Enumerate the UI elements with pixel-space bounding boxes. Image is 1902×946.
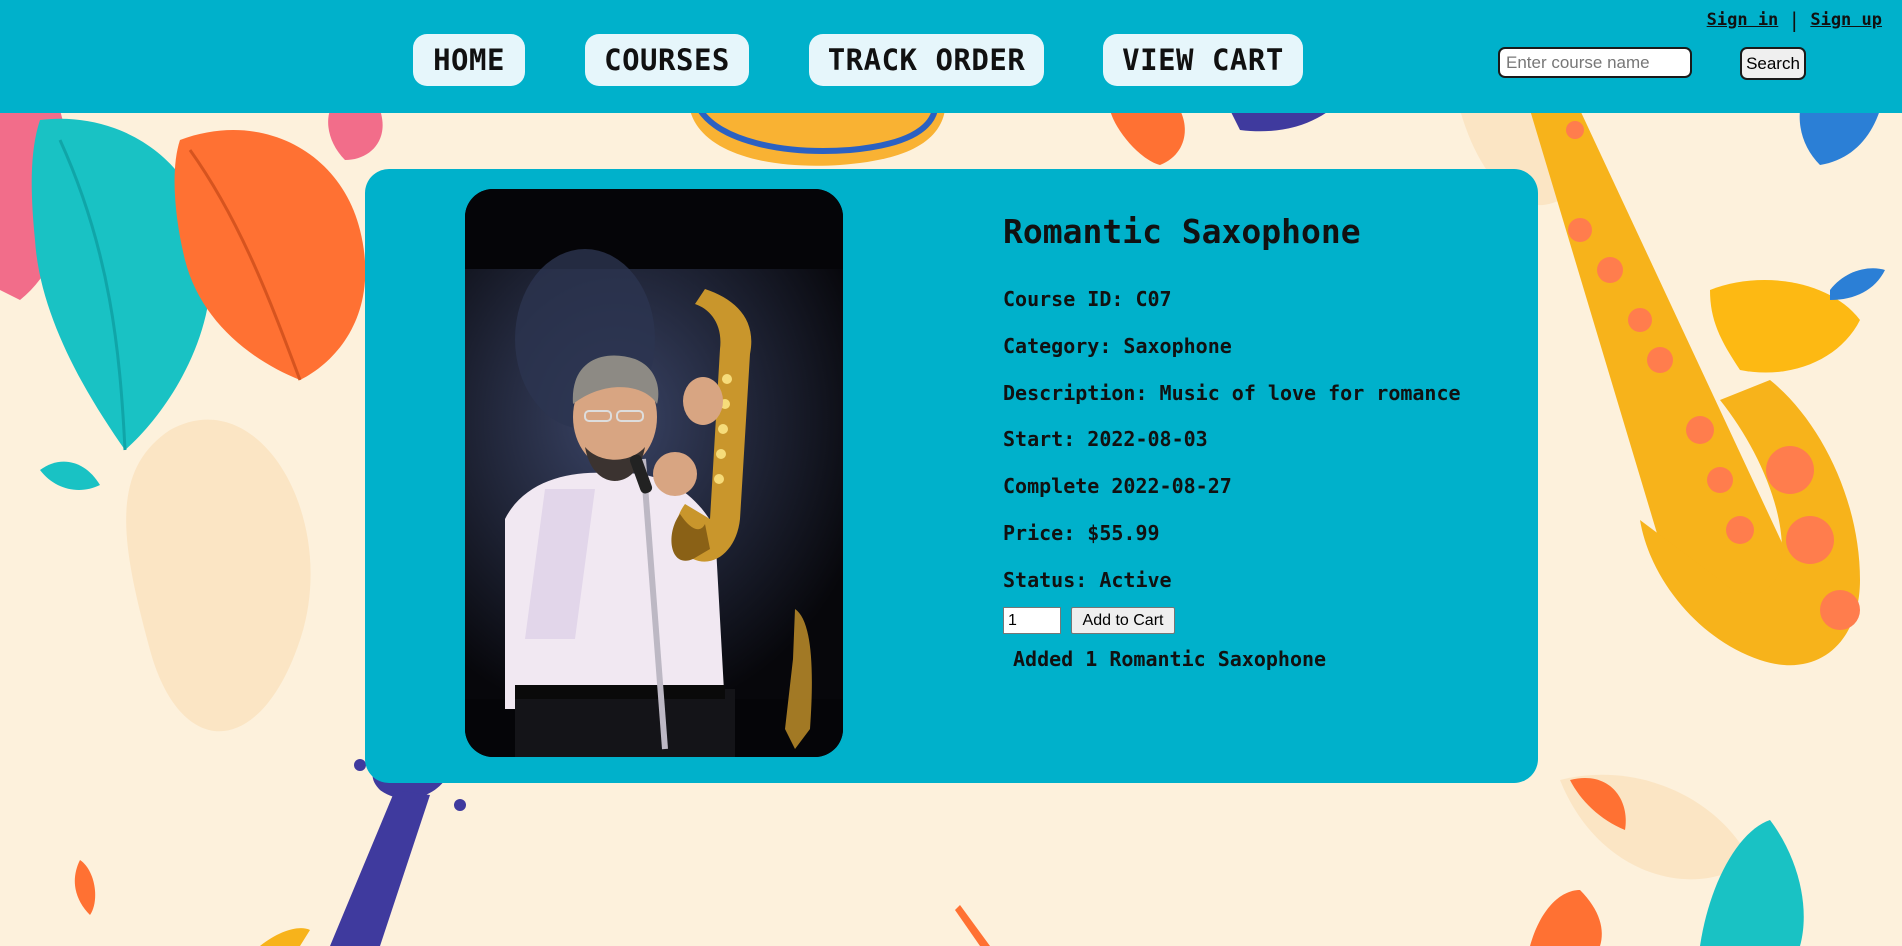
course-search-input[interactable] <box>1498 47 1692 78</box>
top-nav-bar: HOME COURSES TRACK ORDER VIEW CART Sign … <box>0 0 1902 113</box>
course-detail-card: Romantic Saxophone Course ID: C07 Catego… <box>365 169 1538 783</box>
nav-home-button[interactable]: HOME <box>413 34 525 86</box>
course-id: Course ID: C07 <box>1003 287 1172 311</box>
nav-track-order-button[interactable]: TRACK ORDER <box>809 34 1044 86</box>
course-description: Description: Music of love for romance <box>1003 381 1461 405</box>
nav-view-cart-button[interactable]: VIEW CART <box>1103 34 1303 86</box>
course-photo <box>465 189 843 757</box>
nav-courses-button[interactable]: COURSES <box>585 34 749 86</box>
course-category: Category: Saxophone <box>1003 334 1232 358</box>
course-details: Romantic Saxophone Course ID: C07 Catego… <box>1003 212 1523 592</box>
course-price: Price: $55.99 <box>1003 521 1160 545</box>
saxophonist-image <box>465 189 843 757</box>
auth-separator: | <box>1788 8 1801 32</box>
search-button[interactable]: Search <box>1740 47 1806 80</box>
course-status: Status: Active <box>1003 568 1172 592</box>
course-start-date: Start: 2022-08-03 <box>1003 427 1208 451</box>
cart-confirmation-message: Added 1 Romantic Saxophone <box>1013 647 1327 671</box>
add-to-cart-button[interactable]: Add to Cart <box>1071 607 1175 634</box>
quantity-input[interactable] <box>1003 607 1061 634</box>
auth-links: Sign in | Sign up <box>1707 8 1882 32</box>
sign-in-link[interactable]: Sign in <box>1707 10 1779 30</box>
course-title: Romantic Saxophone <box>1003 212 1361 251</box>
sign-up-link[interactable]: Sign up <box>1810 10 1882 30</box>
course-complete-date: Complete 2022-08-27 <box>1003 474 1232 498</box>
